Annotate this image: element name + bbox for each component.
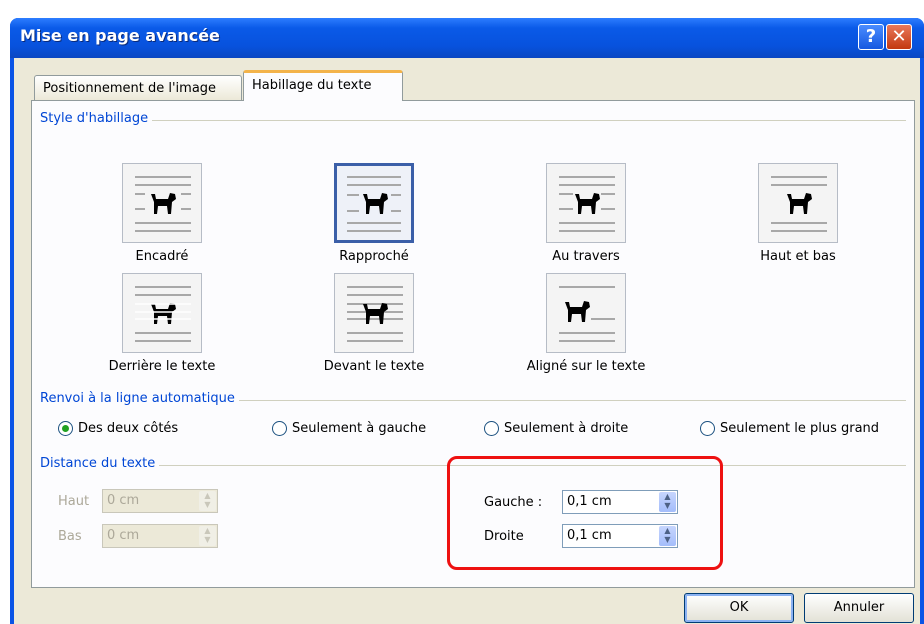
- radio-left-only[interactable]: Seulement à gauche: [272, 421, 426, 436]
- radio-largest-only-label: Seulement le plus grand: [720, 421, 880, 436]
- title-bar[interactable]: Mise en page avancée ? ✕: [10, 18, 924, 58]
- distance-top-label: Haut: [58, 494, 90, 509]
- style-square[interactable]: Encadré: [82, 163, 242, 264]
- red-highlight-box: [447, 456, 723, 570]
- wrap-text-group-label: Renvoi à la ligne automatique: [40, 391, 239, 406]
- through-wrap-icon: [546, 163, 626, 243]
- style-in-front-label: Devant le texte: [323, 359, 425, 374]
- radio-left-only-indicator[interactable]: [272, 421, 287, 436]
- radio-both-sides-label: Des deux côtés: [78, 421, 179, 436]
- help-button[interactable]: ?: [858, 24, 884, 50]
- distance-bottom-field: 0 cm ▲ ▼: [102, 524, 218, 548]
- style-tight[interactable]: Rapproché: [294, 163, 454, 264]
- style-through[interactable]: Au travers: [506, 163, 666, 264]
- wrap-style-group-label: Style d'habillage: [40, 111, 153, 126]
- dialog-body: Positionnement de l'image Habillage du t…: [14, 58, 920, 624]
- top-bottom-wrap-icon: [758, 163, 838, 243]
- square-wrap-icon: [122, 163, 202, 243]
- style-behind-label: Derrière le texte: [108, 359, 216, 374]
- close-button[interactable]: ✕: [886, 24, 912, 50]
- distance-bottom-label: Bas: [58, 529, 82, 544]
- distance-group-label: Distance du texte: [40, 456, 160, 471]
- tight-wrap-icon: [334, 163, 414, 243]
- tab-positionnement[interactable]: Positionnement de l'image: [34, 75, 242, 100]
- tab-habillage[interactable]: Habillage du texte: [243, 70, 403, 101]
- style-through-label: Au travers: [552, 249, 620, 264]
- dialog-window: Mise en page avancée ? ✕ Positionnement …: [10, 18, 924, 624]
- style-inline-label: Aligné sur le texte: [526, 359, 646, 374]
- behind-text-icon: [122, 273, 202, 353]
- distance-top-field: 0 cm ▲ ▼: [102, 489, 218, 513]
- radio-left-only-label: Seulement à gauche: [292, 421, 427, 436]
- style-in-front[interactable]: Devant le texte: [294, 273, 454, 374]
- distance-bottom-spinner-icon: ▲ ▼: [199, 526, 216, 546]
- cancel-button[interactable]: Annuler: [804, 593, 914, 623]
- style-square-label: Encadré: [135, 249, 189, 264]
- distance-top-value: 0 cm: [107, 493, 140, 508]
- distance-top-spinner-icon: ▲ ▼: [199, 491, 216, 511]
- radio-right-only[interactable]: Seulement à droite: [484, 421, 628, 436]
- window-title: Mise en page avancée: [20, 26, 220, 45]
- radio-both-sides-indicator[interactable]: [58, 421, 73, 436]
- radio-largest-only-indicator[interactable]: [700, 421, 715, 436]
- style-behind[interactable]: Derrière le texte: [82, 273, 242, 374]
- radio-right-only-label: Seulement à droite: [504, 421, 629, 436]
- radio-both-sides[interactable]: Des deux côtés: [58, 421, 178, 436]
- style-tight-label: Rapproché: [339, 249, 409, 264]
- style-top-bottom[interactable]: Haut et bas: [718, 163, 878, 264]
- distance-bottom-value: 0 cm: [107, 528, 140, 543]
- radio-right-only-indicator[interactable]: [484, 421, 499, 436]
- inline-text-icon: [546, 273, 626, 353]
- in-front-text-icon: [334, 273, 414, 353]
- radio-largest-only[interactable]: Seulement le plus grand: [700, 421, 879, 436]
- style-inline[interactable]: Aligné sur le texte: [506, 273, 666, 374]
- style-top-bottom-label: Haut et bas: [760, 249, 836, 264]
- ok-button[interactable]: OK: [684, 593, 794, 623]
